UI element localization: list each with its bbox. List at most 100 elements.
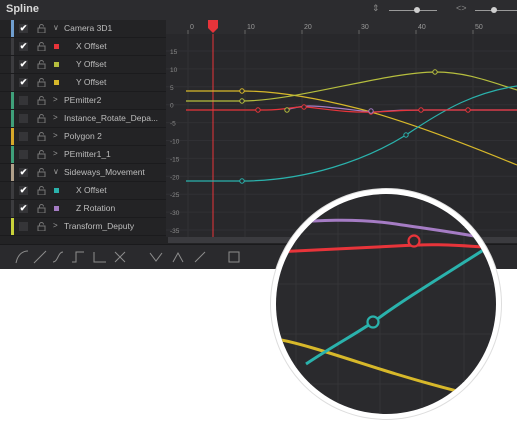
visibility-checkbox[interactable]: ✔: [19, 186, 28, 195]
keyframe-point: [407, 234, 421, 248]
color-strip: [11, 110, 14, 127]
lock-icon[interactable]: [37, 168, 46, 178]
tree-row-label: Camera 3D1: [64, 23, 113, 33]
time-stretch-icon[interactable]: [192, 249, 208, 265]
time-ruler[interactable]: 0 10 20 30 40 50: [166, 20, 517, 34]
chevron-right-icon[interactable]: >: [53, 131, 58, 140]
keyframe-point: [366, 315, 380, 329]
lock-icon[interactable]: [37, 42, 46, 52]
color-strip: [11, 20, 14, 37]
y-axis-label: -5: [170, 121, 176, 128]
chevron-right-icon[interactable]: >: [53, 113, 58, 122]
y-axis-label: -35: [170, 228, 180, 235]
tree-row-label: PEmitter1_1: [64, 149, 111, 159]
color-strip: [11, 146, 14, 163]
curve-color-swatch: [54, 188, 59, 193]
lock-icon[interactable]: [37, 114, 46, 124]
playhead-marker: [208, 20, 218, 33]
lock-icon[interactable]: [37, 186, 46, 196]
color-strip: [11, 74, 14, 91]
ruler-label: 10: [247, 24, 255, 31]
lock-icon[interactable]: [37, 96, 46, 106]
updown-arrows-icon[interactable]: ⇕: [372, 3, 380, 14]
visibility-checkbox[interactable]: ✔: [19, 168, 28, 177]
curve-color-swatch: [54, 62, 59, 67]
tree-row-label: Z Rotation: [76, 203, 116, 213]
visibility-checkbox[interactable]: [19, 114, 28, 123]
tree-row[interactable]: > Polygon 2: [0, 128, 166, 146]
visibility-checkbox[interactable]: [19, 96, 28, 105]
y-axis-label: 5: [170, 85, 174, 92]
tree-row[interactable]: ✔ X Offset: [0, 38, 166, 56]
tree-row[interactable]: ✔ X Offset: [0, 182, 166, 200]
color-strip: [11, 164, 14, 181]
ruler-label: 40: [418, 24, 426, 31]
chevron-down-icon[interactable]: ∨: [53, 23, 59, 32]
y-axis-label: 0: [170, 103, 174, 110]
chevron-right-icon[interactable]: >: [53, 149, 58, 158]
keyframe-point: [301, 104, 307, 110]
visibility-checkbox[interactable]: ✔: [19, 204, 28, 213]
visibility-checkbox[interactable]: [19, 222, 28, 231]
vertical-zoom-knob[interactable]: [414, 7, 420, 13]
visibility-checkbox[interactable]: ✔: [19, 78, 28, 87]
lock-icon[interactable]: [37, 60, 46, 70]
curve-teal: [305, 240, 496, 366]
magnifier-callout: [276, 194, 496, 414]
smooth-icon[interactable]: [14, 249, 30, 265]
keyframe-point: [368, 108, 374, 114]
keyframe-point: [465, 107, 471, 113]
tree-row[interactable]: > PEmitter1_1: [0, 146, 166, 164]
tree-row-label: Y Offset: [76, 59, 107, 69]
ruler-label: 20: [304, 24, 312, 31]
visibility-checkbox[interactable]: [19, 132, 28, 141]
horizontal-zoom-knob[interactable]: [491, 7, 497, 13]
keyframe-point: [239, 88, 245, 94]
tree-row[interactable]: ✔ Y Offset: [0, 74, 166, 92]
linear-icon[interactable]: [32, 249, 48, 265]
title-bar: Spline ⇕ <>: [0, 0, 517, 21]
tree-row-label: X Offset: [76, 185, 107, 195]
lock-icon[interactable]: [37, 24, 46, 34]
tree-row[interactable]: > PEmitter2: [0, 92, 166, 110]
curve-color-swatch: [54, 80, 59, 85]
tree-row[interactable]: > Instance_Rotate_Depa...: [0, 110, 166, 128]
lock-icon[interactable]: [37, 204, 46, 214]
step-out-icon[interactable]: [92, 249, 108, 265]
lock-icon[interactable]: [37, 132, 46, 142]
y-axis-label: 10: [170, 67, 178, 74]
invert-icon[interactable]: [50, 249, 66, 265]
tree-row-label: Sideways_Movement: [64, 167, 145, 177]
tree-row[interactable]: > Transform_Deputy: [0, 218, 166, 236]
reverse-icon[interactable]: [112, 249, 128, 265]
lock-icon[interactable]: [37, 150, 46, 160]
y-axis-label: -25: [170, 192, 180, 199]
ease-out-icon[interactable]: [170, 249, 186, 265]
tree-row[interactable]: ✔ Z Rotation: [0, 200, 166, 218]
step-in-icon[interactable]: [70, 249, 86, 265]
visibility-checkbox[interactable]: [19, 150, 28, 159]
lock-icon[interactable]: [37, 78, 46, 88]
tree-row[interactable]: ✔ ∨ Sideways_Movement: [0, 164, 166, 182]
chevron-right-icon[interactable]: >: [53, 95, 58, 104]
visibility-checkbox[interactable]: ✔: [19, 24, 28, 33]
ease-in-icon[interactable]: [148, 249, 164, 265]
color-strip: [11, 182, 14, 199]
color-strip: [11, 92, 14, 109]
color-strip: [11, 38, 14, 55]
tree-row[interactable]: ✔ ∨ Camera 3D1: [0, 20, 166, 38]
horizontal-arrows-icon[interactable]: <>: [456, 3, 467, 13]
y-axis-label: -30: [170, 210, 180, 217]
chevron-right-icon[interactable]: >: [53, 221, 58, 230]
shape-box-icon[interactable]: [226, 249, 242, 265]
visibility-checkbox[interactable]: ✔: [19, 60, 28, 69]
visibility-checkbox[interactable]: ✔: [19, 42, 28, 51]
y-axis-label: -20: [170, 174, 180, 181]
lock-icon[interactable]: [37, 222, 46, 232]
chevron-down-icon[interactable]: ∨: [53, 167, 59, 176]
tree-row-label: PEmitter2: [64, 95, 102, 105]
keyframe-point: [432, 69, 438, 75]
vertical-zoom-slider[interactable]: [389, 10, 437, 11]
tree-row[interactable]: ✔ Y Offset: [0, 56, 166, 74]
curve-yellow: [186, 90, 517, 166]
